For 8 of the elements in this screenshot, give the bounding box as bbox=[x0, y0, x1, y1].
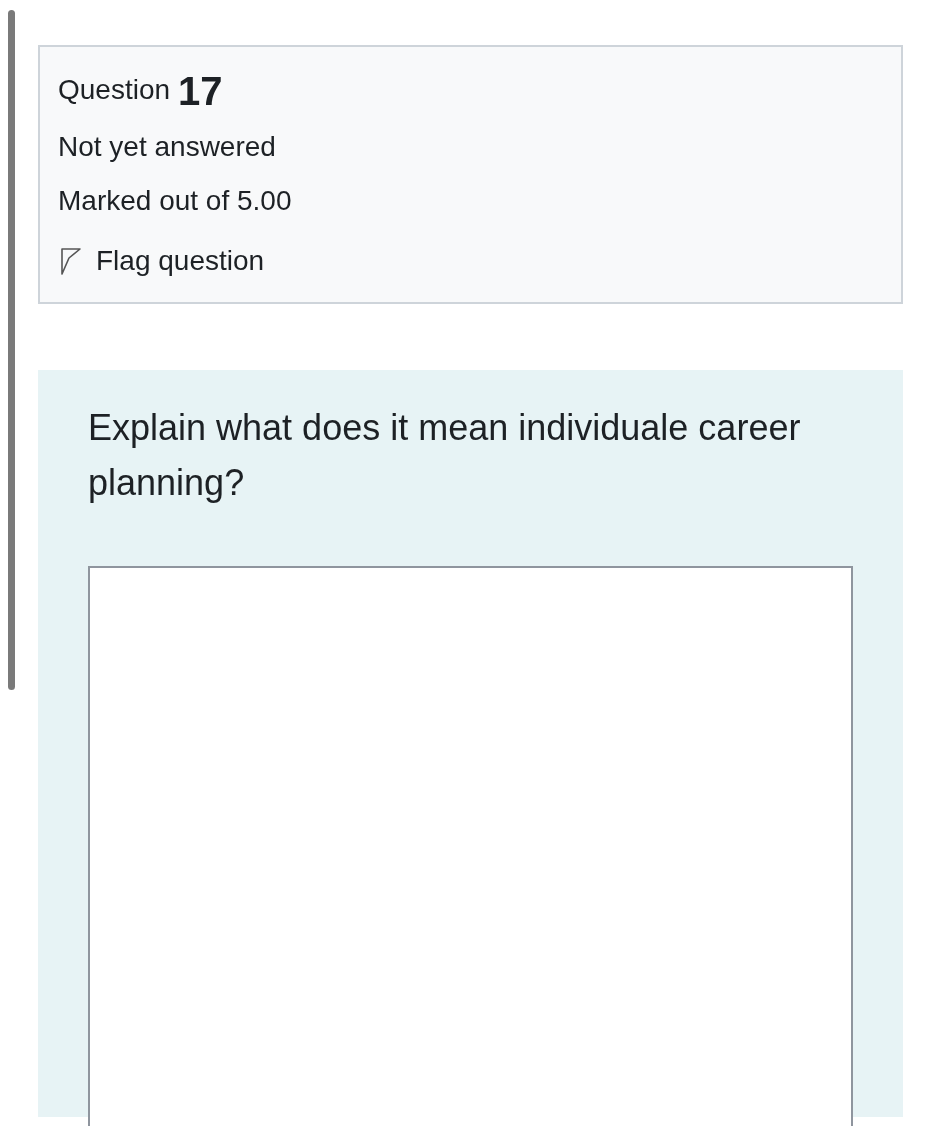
scrollbar[interactable] bbox=[8, 10, 15, 690]
marks-text: Marked out of 5.00 bbox=[58, 184, 293, 219]
flag-question-link[interactable]: Flag question bbox=[58, 239, 265, 282]
answer-box[interactable] bbox=[88, 565, 853, 1126]
answer-status: Not yet answered bbox=[58, 130, 277, 164]
question-number: 17 bbox=[178, 71, 223, 111]
question-text: Explain what does it mean individuale career planning? bbox=[88, 405, 802, 505]
question-label: Question bbox=[58, 73, 171, 107]
